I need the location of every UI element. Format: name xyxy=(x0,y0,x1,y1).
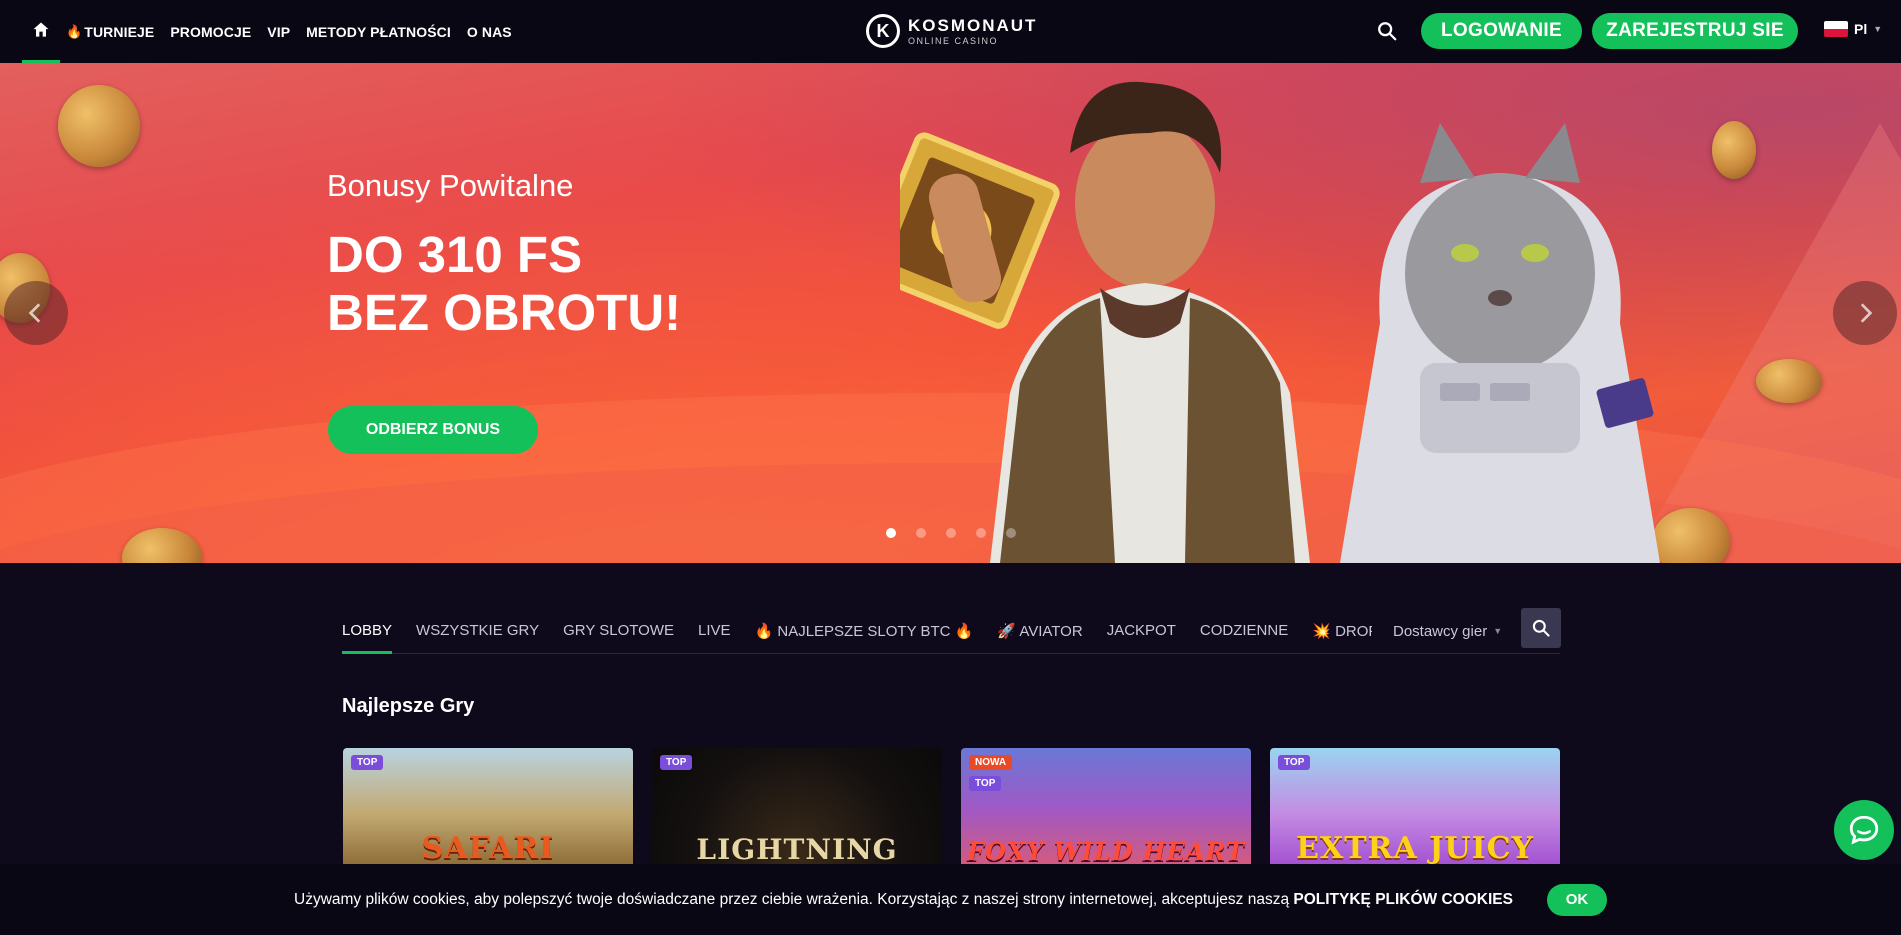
hero-title: DO 310 FS BEZ OBROTU! xyxy=(327,226,681,342)
logo-text: KOSMONAUT ONLINE CASINO xyxy=(908,17,1037,46)
chat-icon xyxy=(1849,815,1879,845)
carousel-dot[interactable] xyxy=(946,528,956,538)
section-title: Najlepsze Gry xyxy=(342,695,475,717)
nav-promocje[interactable]: PROMOCJE xyxy=(170,24,251,40)
tab-gry-slotowe[interactable]: GRY SLOTOWE xyxy=(563,608,674,654)
games-category-nav: LOBBY WSZYSTKIE GRY GRY SLOTOWE LIVE 🔥 N… xyxy=(342,608,1561,654)
hero-characters-illustration xyxy=(900,81,1660,563)
logo-subtitle: ONLINE CASINO xyxy=(908,35,999,46)
carousel-dot[interactable] xyxy=(1006,528,1016,538)
nav-vip[interactable]: VIP xyxy=(267,24,290,40)
claim-bonus-button[interactable]: ODBIERZ BONUS xyxy=(328,406,538,454)
top-badge: TOP xyxy=(660,755,693,770)
top-header: 🔥 TURNIEJE PROMOCJE VIP METODY PŁATNOŚCI … xyxy=(0,0,1901,63)
game-title: EXTRA JUICY xyxy=(1296,831,1534,866)
game-title: FOXY WILD HEART xyxy=(967,837,1245,866)
cookie-ok-button[interactable]: OK xyxy=(1546,883,1607,916)
tab-lobby[interactable]: LOBBY xyxy=(342,608,393,654)
hero-title-line1: DO 310 FS xyxy=(327,226,583,283)
flame-icon: 🔥 xyxy=(66,23,83,39)
login-button[interactable]: LOGOWANIE xyxy=(1421,13,1582,49)
game-title: LIGHTNING xyxy=(696,833,898,866)
chevron-right-icon xyxy=(1860,303,1873,323)
top-badge: TOP xyxy=(1278,755,1311,770)
chevron-down-icon: ▼ xyxy=(1493,626,1503,636)
tab-wszystkie-gry[interactable]: WSZYSTKIE GRY xyxy=(416,608,539,654)
game-title: SAFARI xyxy=(421,831,555,866)
cookie-text: Używamy plików cookies, aby polepszyć tw… xyxy=(294,891,1513,909)
carousel-dot[interactable] xyxy=(976,528,986,538)
coin-decoration xyxy=(1756,359,1822,403)
game-card[interactable]: TOP LIGHTNING xyxy=(652,748,942,868)
tab-najlepsze-sloty-btc[interactable]: 🔥 NAJLEPSZE SLOTY BTC 🔥 xyxy=(755,608,974,654)
top-badge: TOP xyxy=(969,776,1002,791)
tab-live[interactable]: LIVE xyxy=(698,608,731,654)
new-badge: NOWA xyxy=(969,755,1013,770)
nav-turnieje-label: TURNIEJE xyxy=(84,23,155,40)
nav-o-nas[interactable]: O NAS xyxy=(467,24,512,40)
providers-dropdown[interactable]: Dostawcy gier ▼ xyxy=(1393,608,1502,654)
top-badge: TOP xyxy=(351,755,384,770)
main-nav: 🔥 TURNIEJE PROMOCJE VIP METODY PŁATNOŚCI … xyxy=(66,0,512,63)
carousel-prev-button[interactable] xyxy=(4,281,68,345)
games-grid: TOP SAFARI TOP LIGHTNING NOWA TOP FOXY W… xyxy=(343,748,1560,868)
tab-aviator[interactable]: 🚀 AVIATOR xyxy=(997,608,1082,654)
game-card[interactable]: TOP SAFARI xyxy=(343,748,633,868)
logo-title: KOSMONAUT xyxy=(908,15,1038,35)
hero-banner: Bonusy Powitalne DO 310 FS BEZ OBROTU! O… xyxy=(0,63,1901,563)
language-code: Pl xyxy=(1854,21,1868,37)
game-card[interactable]: NOWA TOP FOXY WILD HEART xyxy=(961,748,1251,868)
tab-jackpot[interactable]: JACKPOT xyxy=(1107,608,1176,654)
poland-flag-icon xyxy=(1824,21,1848,37)
page: 🔥 TURNIEJE PROMOCJE VIP METODY PŁATNOŚCI … xyxy=(0,0,1901,935)
cookie-policy-link[interactable]: POLITYKĘ PLIKÓW COOKIES xyxy=(1293,891,1513,908)
game-card[interactable]: TOP EXTRA JUICY xyxy=(1270,748,1560,868)
carousel-dot[interactable] xyxy=(886,528,896,538)
home-icon xyxy=(33,22,49,37)
chevron-down-icon: ▼ xyxy=(1873,24,1883,34)
home-button[interactable] xyxy=(22,0,60,63)
hero-title-line2: BEZ OBROTU! xyxy=(327,284,682,341)
carousel-next-button[interactable] xyxy=(1833,281,1897,345)
nav-turnieje[interactable]: 🔥 TURNIEJE xyxy=(66,24,154,40)
logo-k-icon: K xyxy=(866,14,900,48)
language-selector[interactable]: Pl ▼ xyxy=(1824,21,1882,37)
game-search-button[interactable] xyxy=(1521,608,1561,648)
nav-metody-platnosci[interactable]: METODY PŁATNOŚCI xyxy=(306,24,451,40)
search-icon xyxy=(1532,619,1550,637)
coin-decoration xyxy=(58,85,140,167)
carousel-dot[interactable] xyxy=(916,528,926,538)
tab-drops-wins[interactable]: 💥 DROPS & WINS xyxy=(1312,608,1372,654)
carousel-dots xyxy=(886,528,1016,538)
hero-subtitle: Bonusy Powitalne xyxy=(327,168,574,203)
providers-label: Dostawcy gier xyxy=(1393,622,1488,640)
register-button[interactable]: ZAREJESTRUJ SIE xyxy=(1592,13,1798,49)
live-chat-button[interactable] xyxy=(1834,800,1894,860)
category-tabs: LOBBY WSZYSTKIE GRY GRY SLOTOWE LIVE 🔥 N… xyxy=(342,608,1372,654)
chevron-left-icon xyxy=(28,303,41,323)
cookie-message: Używamy plików cookies, aby polepszyć tw… xyxy=(294,890,1290,908)
tab-codzienne[interactable]: CODZIENNE xyxy=(1200,608,1288,654)
cookie-bar: Używamy plików cookies, aby polepszyć tw… xyxy=(0,864,1901,935)
search-icon[interactable] xyxy=(1376,20,1398,42)
site-logo[interactable]: K KOSMONAUT ONLINE CASINO xyxy=(866,14,1037,48)
